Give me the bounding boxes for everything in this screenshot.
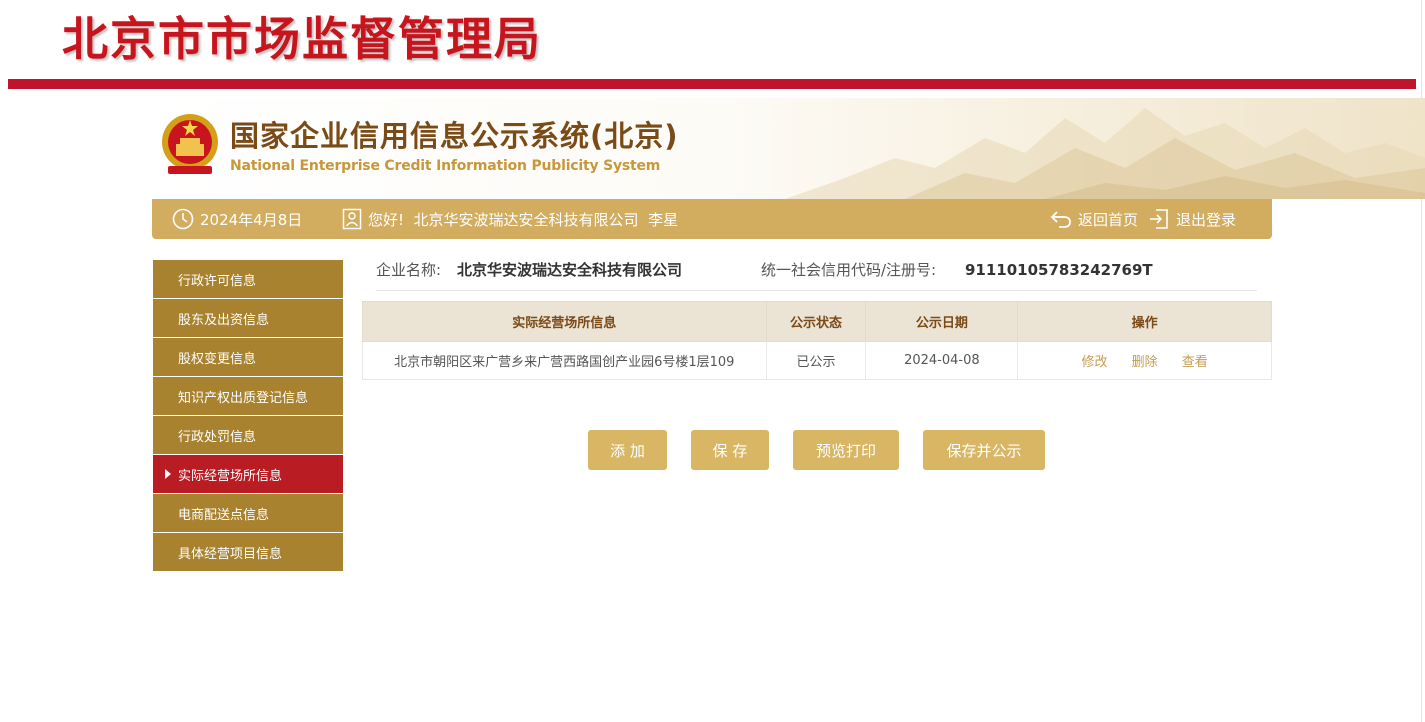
column-header: 公示日期 bbox=[865, 301, 1019, 342]
home-label: 返回首页 bbox=[1078, 210, 1139, 229]
sidebar-item-ip-pledge[interactable]: 知识产权出质登记信息 bbox=[153, 377, 343, 415]
clock-icon bbox=[172, 208, 194, 230]
sidebar-item-admin-penalty[interactable]: 行政处罚信息 bbox=[153, 416, 343, 454]
sidebar-item-label: 知识产权出质登记信息 bbox=[178, 390, 309, 406]
sidebar-item-label: 行政许可信息 bbox=[178, 273, 257, 289]
agency-title: 北京市市场监督管理局 bbox=[62, 12, 542, 66]
sidebar-item-business-premises[interactable]: 实际经营场所信息 bbox=[153, 455, 343, 493]
top-nav-bar: 2024年4月8日 您好! 北京华安波瑞达安全科技有限公司 李星 返回首页 退出… bbox=[152, 199, 1272, 239]
mountain-illustration bbox=[785, 108, 1425, 199]
sidebar-item-label: 行政处罚信息 bbox=[178, 429, 257, 445]
sidebar-item-shareholders[interactable]: 股东及出资信息 bbox=[153, 299, 343, 337]
sidebar-menu: 行政许可信息 股东及出资信息 股权变更信息 知识产权出质登记信息 行政处罚信息 … bbox=[153, 260, 343, 572]
system-title: 国家企业信用信息公示系统(北京) bbox=[230, 119, 679, 153]
user-greeting: 您好! 北京华安波瑞达安全科技有限公司 李星 bbox=[342, 199, 678, 239]
table-row: 北京市朝阳区来广营乡来广营西路国创产业园6号楼1层109 已公示 2024-04… bbox=[362, 341, 1272, 380]
credit-code: 91110105783242769T bbox=[965, 261, 1153, 279]
sidebar-item-business-scope[interactable]: 具体经营项目信息 bbox=[153, 533, 343, 571]
save-publish-button[interactable]: 保存并公示 bbox=[923, 430, 1045, 470]
caret-right-icon bbox=[165, 469, 171, 479]
add-button[interactable]: 添 加 bbox=[588, 430, 667, 470]
sidebar-item-equity-change[interactable]: 股权变更信息 bbox=[153, 338, 343, 376]
national-emblem-icon bbox=[162, 114, 218, 174]
sidebar-item-label: 具体经营项目信息 bbox=[178, 546, 283, 562]
company-name: 北京华安波瑞达安全科技有限公司 bbox=[457, 261, 683, 279]
sidebar-item-admin-license[interactable]: 行政许可信息 bbox=[153, 260, 343, 298]
sidebar-item-label: 股东及出资信息 bbox=[178, 312, 270, 328]
company-name-label: 企业名称: bbox=[376, 261, 442, 279]
address-cell: 北京市朝阳区来广营乡来广营西路国创产业园6号楼1层109 bbox=[362, 341, 767, 380]
premises-table: 实际经营场所信息 公示状态 公示日期 操作 北京市朝阳区来广营乡来广营西路国创产… bbox=[362, 301, 1272, 380]
status-cell: 已公示 bbox=[765, 341, 867, 380]
column-header: 公示状态 bbox=[765, 301, 867, 342]
edit-link[interactable]: 修改 bbox=[1081, 355, 1107, 370]
credit-code-label: 统一社会信用代码/注册号: bbox=[761, 261, 937, 279]
header-red-bar bbox=[8, 79, 1416, 89]
date-text: 2024年4月8日 bbox=[200, 210, 303, 229]
company-info: 企业名称: 北京华安波瑞达安全科技有限公司 统一社会信用代码/注册号: 9111… bbox=[376, 259, 1257, 291]
sidebar-item-ecommerce-delivery[interactable]: 电商配送点信息 bbox=[153, 494, 343, 532]
sidebar-item-label: 股权变更信息 bbox=[178, 351, 257, 367]
view-link[interactable]: 查看 bbox=[1182, 355, 1208, 370]
home-link[interactable]: 返回首页 bbox=[1050, 199, 1138, 239]
save-button[interactable]: 保 存 bbox=[691, 430, 769, 470]
system-banner: 国家企业信用信息公示系统(北京) National Enterprise Cre… bbox=[152, 98, 1425, 199]
user-badge-icon bbox=[342, 208, 362, 230]
delete-link[interactable]: 删除 bbox=[1132, 355, 1158, 370]
sidebar-item-label: 电商配送点信息 bbox=[178, 507, 270, 523]
greeting-text: 您好! 北京华安波瑞达安全科技有限公司 李星 bbox=[368, 210, 679, 229]
date-display: 2024年4月8日 bbox=[172, 199, 302, 239]
actions-cell: 修改 删除 查看 bbox=[1017, 341, 1272, 380]
logout-icon bbox=[1150, 209, 1168, 229]
logout-label: 退出登录 bbox=[1176, 210, 1237, 229]
logout-link[interactable]: 退出登录 bbox=[1148, 199, 1236, 239]
date-cell: 2024-04-08 bbox=[865, 341, 1019, 380]
table-header-row: 实际经营场所信息 公示状态 公示日期 操作 bbox=[362, 301, 1272, 342]
return-icon bbox=[1050, 211, 1071, 228]
column-header: 实际经营场所信息 bbox=[362, 301, 767, 342]
column-header: 操作 bbox=[1017, 301, 1272, 342]
sidebar-item-label: 实际经营场所信息 bbox=[178, 468, 283, 484]
system-subtitle: National Enterprise Credit Information P… bbox=[230, 158, 661, 174]
preview-print-button[interactable]: 预览打印 bbox=[793, 430, 899, 470]
